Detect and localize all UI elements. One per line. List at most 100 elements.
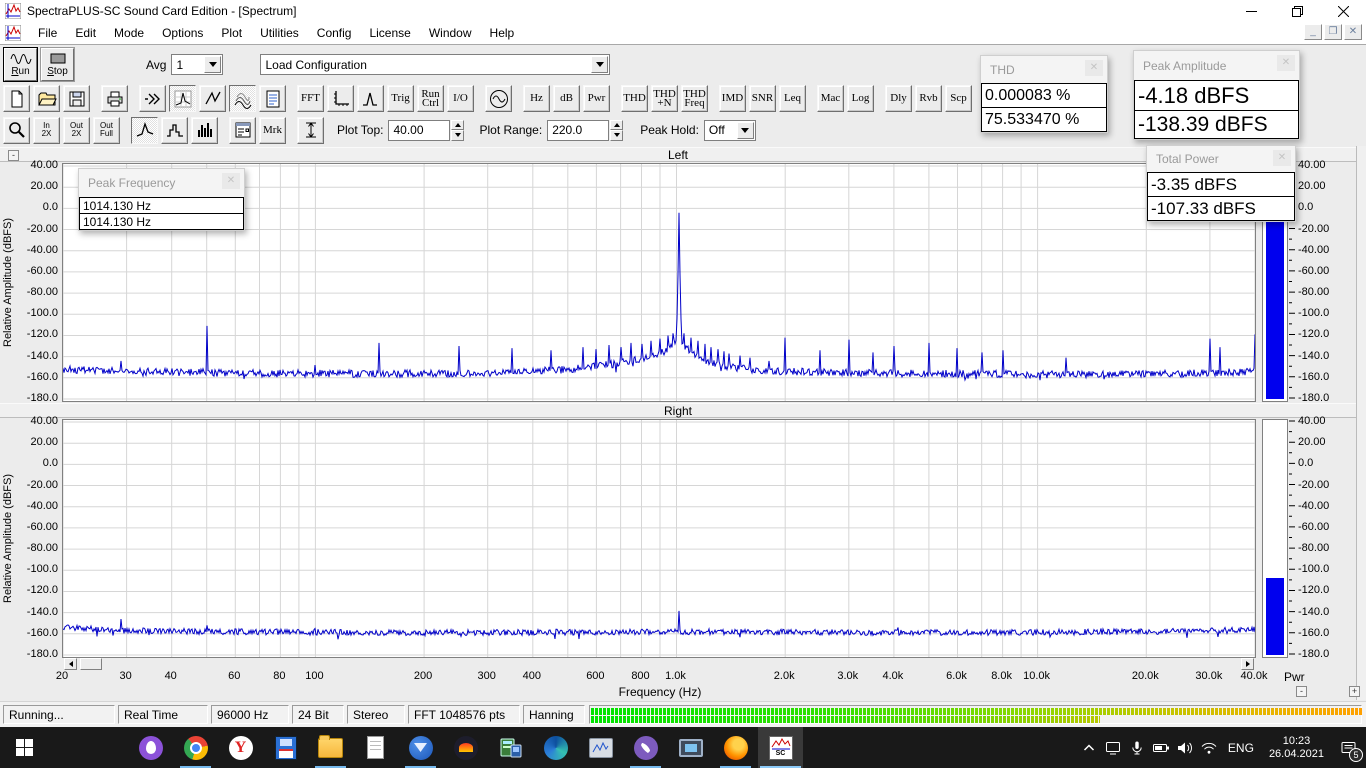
toolbar-button-io-device[interactable]: I/O bbox=[447, 85, 474, 112]
menu-item-config[interactable]: Config bbox=[308, 23, 361, 43]
child-restore-button[interactable]: ❐ bbox=[1324, 24, 1342, 40]
minimize-button[interactable] bbox=[1228, 0, 1274, 22]
taskbar-app-app-egg[interactable] bbox=[128, 727, 173, 768]
close-icon[interactable]: ✕ bbox=[1085, 60, 1103, 76]
load-configuration-combobox[interactable]: Load Configuration bbox=[260, 54, 611, 75]
plot-top-spinner[interactable] bbox=[451, 119, 465, 141]
toolbar-button-thd[interactable]: THD bbox=[621, 85, 648, 112]
toolbar-button-surface-3d[interactable] bbox=[229, 85, 256, 112]
child-minimize-button[interactable]: _ bbox=[1304, 24, 1322, 40]
taskbar-app-notepad[interactable] bbox=[353, 727, 398, 768]
chevron-down-icon[interactable] bbox=[736, 121, 754, 139]
taskbar-app-thunderbird[interactable] bbox=[398, 727, 443, 768]
toolbar-button-print[interactable] bbox=[101, 85, 128, 112]
toolbar-button-trigger[interactable]: Trig bbox=[387, 85, 414, 112]
toolbar-button-imd[interactable]: IMD bbox=[719, 85, 746, 112]
menu-item-plot[interactable]: Plot bbox=[212, 23, 251, 43]
taskbar-app-edge[interactable] bbox=[533, 727, 578, 768]
toolbar-button-thd-n[interactable]: THD +N bbox=[651, 85, 678, 112]
close-icon[interactable]: ✕ bbox=[222, 173, 240, 189]
toolbar-button-spectrum-display[interactable] bbox=[169, 85, 196, 112]
taskbar-app-spectraplus[interactable]: SC bbox=[758, 727, 803, 768]
toolbar-button-time-series[interactable] bbox=[199, 85, 226, 112]
chevron-down-icon[interactable] bbox=[204, 56, 222, 73]
taskbar-app-chrome[interactable] bbox=[173, 727, 218, 768]
taskbar-app-device-tool[interactable] bbox=[488, 727, 533, 768]
toolbar-button-auto-range[interactable] bbox=[297, 116, 324, 144]
scroll-left-button[interactable] bbox=[64, 658, 77, 670]
menu-item-edit[interactable]: Edit bbox=[66, 23, 105, 43]
taskbar-app-audio-analyzer[interactable] bbox=[578, 727, 623, 768]
toolbar-button-zoom-in-2x[interactable]: In 2X bbox=[33, 116, 60, 144]
tray-chevron-up-icon[interactable] bbox=[1077, 727, 1101, 768]
taskbar-app-yandex-browser[interactable]: Y bbox=[218, 727, 263, 768]
notification-center-icon[interactable]: 5 bbox=[1332, 727, 1366, 768]
taskbar-clock[interactable]: 10:23 26.04.2021 bbox=[1261, 735, 1332, 761]
taskbar-app-system-info[interactable] bbox=[668, 727, 713, 768]
toolbar-button-run-control[interactable]: Run Ctrl bbox=[417, 85, 444, 112]
toolbar-button-averaging[interactable] bbox=[139, 85, 166, 112]
toolbar-button-plot-type-bar[interactable] bbox=[191, 116, 218, 144]
scroll-right-button[interactable] bbox=[1241, 658, 1254, 670]
toolbar-button-frequency-units[interactable]: Hz bbox=[523, 85, 550, 112]
toolbar-button-zoom[interactable] bbox=[3, 116, 30, 144]
taskbar-app-aimp[interactable] bbox=[443, 727, 488, 768]
spectrum-canvas-right[interactable] bbox=[63, 420, 1255, 657]
scroll-thumb[interactable] bbox=[80, 658, 102, 670]
menu-item-window[interactable]: Window bbox=[420, 23, 481, 43]
tray-battery-icon[interactable] bbox=[1149, 727, 1173, 768]
toolbar-button-zoom-out-full[interactable]: Out Full bbox=[93, 116, 120, 144]
toolbar-button-zoom-out-2x[interactable]: Out 2X bbox=[63, 116, 90, 144]
toolbar-button-open[interactable] bbox=[33, 85, 60, 112]
toolbar-button-notes[interactable] bbox=[259, 85, 286, 112]
plot-range-input[interactable] bbox=[547, 119, 610, 141]
toolbar-button-fft-settings[interactable]: FFT bbox=[297, 85, 324, 112]
spectrum-plot-right[interactable] bbox=[62, 419, 1256, 658]
taskbar-app-backup-tool[interactable] bbox=[263, 727, 308, 768]
toolbar-button-weighting[interactable] bbox=[357, 85, 384, 112]
toolbar-button-thd-freq[interactable]: THD Freq bbox=[681, 85, 708, 112]
toolbar-button-display-options[interactable] bbox=[229, 116, 256, 144]
toolbar-button-leq[interactable]: Leq bbox=[779, 85, 806, 112]
expand-button[interactable]: + bbox=[1349, 686, 1360, 697]
close-icon[interactable]: ✕ bbox=[1273, 150, 1291, 166]
child-close-button[interactable]: ✕ bbox=[1344, 24, 1362, 40]
tray-screen-cast-icon[interactable] bbox=[1101, 727, 1125, 768]
start-button[interactable] bbox=[0, 727, 48, 768]
taskbar-app-firefox[interactable] bbox=[713, 727, 758, 768]
menu-item-options[interactable]: Options bbox=[153, 23, 212, 43]
menu-item-file[interactable]: File bbox=[29, 23, 66, 43]
toolbar-button-delay[interactable]: Dly bbox=[885, 85, 912, 112]
toolbar-button-logging[interactable]: Log bbox=[847, 85, 874, 112]
collapse-meter-button[interactable]: - bbox=[1296, 686, 1307, 697]
restore-button[interactable] bbox=[1274, 0, 1320, 22]
plot-top-input[interactable] bbox=[388, 119, 451, 141]
taskbar-app-viber[interactable] bbox=[623, 727, 668, 768]
close-icon[interactable]: ✕ bbox=[1277, 55, 1295, 71]
toolbar-button-plot-type-line[interactable] bbox=[131, 116, 158, 144]
tray-microphone-icon[interactable] bbox=[1125, 727, 1149, 768]
tray-volume-icon[interactable] bbox=[1173, 727, 1197, 768]
toolbar-button-macro[interactable]: Mac bbox=[817, 85, 844, 112]
plot-range-spinner[interactable] bbox=[610, 119, 624, 141]
tray-network-wifi-icon[interactable] bbox=[1197, 727, 1221, 768]
toolbar-button-save[interactable] bbox=[63, 85, 90, 112]
language-indicator[interactable]: ENG bbox=[1221, 741, 1261, 755]
toolbar-button-snr[interactable]: SNR bbox=[749, 85, 776, 112]
toolbar-button-signal-generator[interactable] bbox=[485, 85, 512, 112]
run-button[interactable]: Run bbox=[3, 47, 38, 82]
taskbar-app-file-explorer[interactable] bbox=[308, 727, 353, 768]
avg-combobox[interactable]: 1 bbox=[171, 54, 224, 75]
toolbar-button-plot-type-step[interactable] bbox=[161, 116, 188, 144]
stop-button[interactable]: Stop bbox=[40, 47, 75, 82]
toolbar-button-markers[interactable]: Mrk bbox=[259, 116, 286, 144]
menu-item-help[interactable]: Help bbox=[481, 23, 524, 43]
menu-item-license[interactable]: License bbox=[360, 23, 419, 43]
collapse-plot-button[interactable]: - bbox=[8, 150, 19, 161]
toolbar-button-power[interactable]: Pwr bbox=[583, 85, 610, 112]
toolbar-button-scope[interactable]: Scp bbox=[945, 85, 972, 112]
menu-item-utilities[interactable]: Utilities bbox=[251, 23, 308, 43]
toolbar-button-amplitude-units[interactable]: dB bbox=[553, 85, 580, 112]
close-button[interactable] bbox=[1320, 0, 1366, 22]
chevron-down-icon[interactable] bbox=[591, 56, 609, 73]
